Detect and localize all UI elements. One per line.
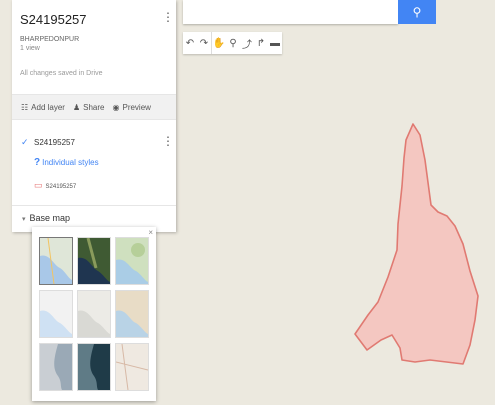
- map-title[interactable]: S24195257: [20, 12, 87, 27]
- preview-icon: ◉: [112, 102, 120, 112]
- close-icon[interactable]: ×: [148, 228, 153, 237]
- basemap-thumb-light-political[interactable]: [39, 290, 73, 338]
- basemap-thumb-simple-atlas[interactable]: [115, 290, 149, 338]
- base-map-toggle[interactable]: ▾ Base map: [22, 213, 70, 223]
- style-label: Individual styles: [42, 158, 99, 167]
- redo-icon[interactable]: ↷: [197, 32, 211, 54]
- individual-styles-link[interactable]: ? Individual styles: [34, 157, 99, 168]
- share-label: Share: [83, 102, 105, 112]
- ruler-icon[interactable]: ▬: [268, 32, 282, 54]
- boundary-polygon[interactable]: [354, 123, 479, 365]
- marker-icon[interactable]: ⚲: [226, 32, 240, 54]
- add-layer-icon: ☷: [21, 102, 29, 112]
- share-icon: ♟: [72, 102, 81, 112]
- basemap-thumb-light-landmass[interactable]: [39, 343, 73, 391]
- preview-button[interactable]: ◉ Preview: [113, 103, 151, 112]
- chevron-down-icon: ▾: [22, 216, 26, 223]
- basemap-thumb-satellite[interactable]: [77, 237, 111, 285]
- line-icon[interactable]: ⤴: [240, 32, 254, 54]
- layers-panel: S24195257 ⋮ BHARPEDONPUR 1 view All chan…: [12, 0, 176, 232]
- add-layer-label: Add layer: [31, 102, 65, 112]
- add-layer-button[interactable]: ☷ Add layer: [21, 103, 65, 112]
- divider: [12, 205, 176, 206]
- layer-name[interactable]: S24195257: [34, 138, 75, 147]
- layer-visibility-checkbox[interactable]: ✓: [21, 137, 29, 148]
- basemap-thumb-terrain[interactable]: [115, 237, 149, 285]
- feature-label: S24195257: [45, 184, 77, 190]
- share-button[interactable]: ♟ Share: [73, 103, 105, 112]
- basemap-thumb-map[interactable]: [39, 237, 73, 285]
- save-status: All changes saved in Drive: [20, 70, 103, 77]
- more-options-icon[interactable]: ⋮: [162, 10, 174, 24]
- base-map-picker: ×: [32, 227, 156, 401]
- map-search-input[interactable]: [183, 0, 398, 24]
- base-map-label: Base map: [29, 213, 71, 223]
- layer-feature-item[interactable]: ▭ S24195257: [34, 180, 76, 191]
- undo-icon[interactable]: ↶: [183, 32, 197, 54]
- panel-actions: ☷ Add layer ♟ Share ◉ Preview: [12, 94, 176, 120]
- hand-icon[interactable]: ✋: [211, 32, 226, 54]
- map-description[interactable]: BHARPEDONPUR: [20, 36, 79, 43]
- route-icon[interactable]: ↱: [254, 32, 268, 54]
- basemap-thumb-dark-landmass[interactable]: [77, 343, 111, 391]
- style-icon: ?: [34, 157, 41, 168]
- basemap-thumb-whitewater[interactable]: [115, 343, 149, 391]
- map-toolbar: ↶ ↷ ✋ ⚲ ⤴ ↱ ▬: [183, 32, 282, 54]
- view-count: 1 view: [20, 45, 40, 52]
- layer-options-icon[interactable]: ⋮: [162, 134, 174, 148]
- search-icon: ⚲: [412, 5, 422, 19]
- preview-label: Preview: [122, 102, 151, 112]
- basemap-thumb-mono-city[interactable]: [77, 290, 111, 338]
- search-button[interactable]: ⚲: [398, 0, 436, 24]
- polygon-icon: ▭: [34, 180, 43, 190]
